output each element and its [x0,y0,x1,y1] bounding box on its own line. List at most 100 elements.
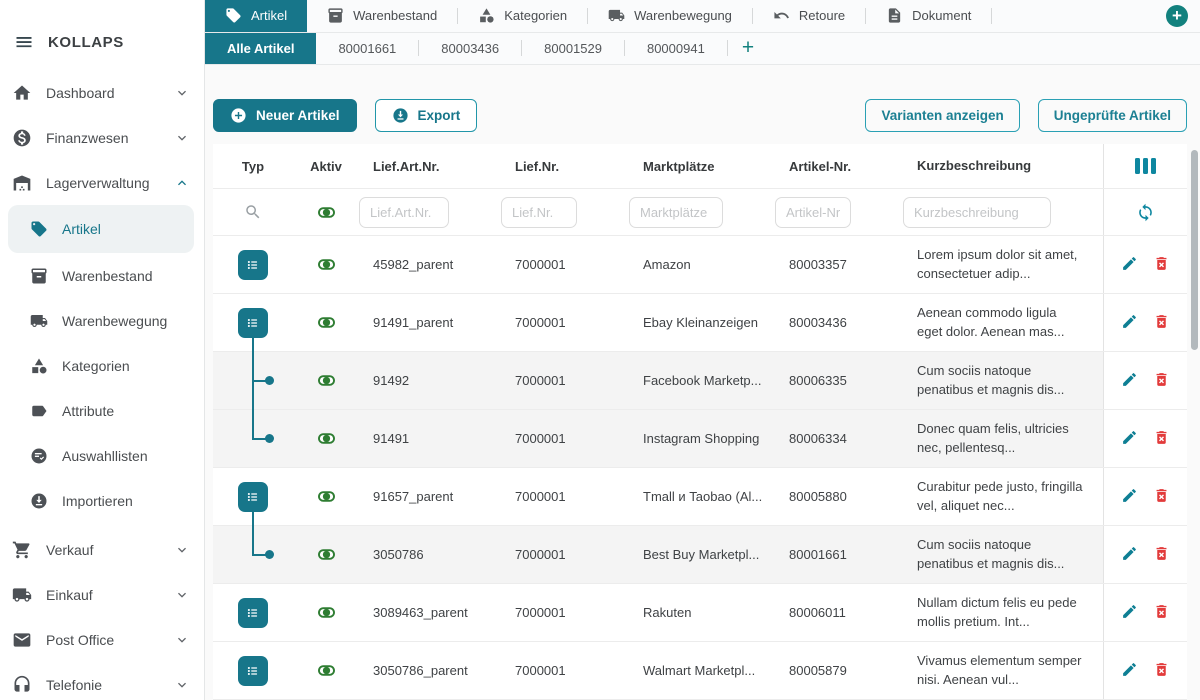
filter-artikel-nr-input[interactable] [775,197,851,228]
filter-kurzbeschreibung-input[interactable] [903,197,1051,228]
tab-warenbewegung[interactable]: Warenbewegung [588,0,752,32]
delete-icon[interactable] [1153,603,1170,623]
active-toggle-icon[interactable] [317,487,336,506]
edit-icon[interactable] [1121,661,1138,681]
edit-icon[interactable] [1121,255,1138,275]
active-toggle-icon[interactable] [317,603,336,622]
delete-icon[interactable] [1153,487,1170,507]
parent-article-icon[interactable] [238,482,268,512]
delete-icon[interactable] [1153,545,1170,565]
vertical-scrollbar[interactable] [1191,150,1198,350]
sidebar-item-attribute[interactable]: Attribute [0,388,204,433]
parent-article-icon[interactable] [238,250,268,280]
kurzbeschreibung-value: Cum sociis natoque penatibus et magnis d… [903,352,1103,409]
sidebar-item-warenbewegung[interactable]: Warenbewegung [0,298,204,343]
module-tabbar: Artikel Warenbestand Kategorien Warenbew… [205,0,1200,33]
column-header-lief-nr[interactable]: Lief.Nr. [501,144,629,188]
marktplaetze-value: Tmall и Taobao (Al... [629,468,775,525]
filter-lief-nr-input[interactable] [501,197,577,228]
sidebar-item-dashboard[interactable]: Dashboard [0,70,204,115]
column-header-marktplaetze[interactable]: Marktplätze [629,144,775,188]
hamburger-menu-icon[interactable] [14,32,34,52]
table-row[interactable]: 91491 7000001 Instagram Shopping 8000633… [213,410,1187,468]
tab-retoure[interactable]: Retoure [753,0,865,32]
active-toggle-icon[interactable] [317,371,336,390]
filter-active-toggle[interactable] [293,189,359,235]
sidebar-item-auswahllisten[interactable]: Auswahllisten [0,433,204,478]
column-header-artikel-nr[interactable]: Artikel-Nr. [775,144,903,188]
add-tab-button[interactable]: + [1166,5,1188,27]
add-article-tab-button[interactable]: + [728,36,768,60]
toggle-on-icon [317,203,336,222]
subtab-article[interactable]: 80000941 [625,33,727,65]
sidebar-item-einkauf[interactable]: Einkauf [0,572,204,617]
table-row[interactable]: 91491_parent 7000001 Ebay Kleinanzeigen … [213,294,1187,352]
table-row[interactable]: 91657_parent 7000001 Tmall и Taobao (Al.… [213,468,1187,526]
export-button[interactable]: Export [375,99,478,132]
active-toggle-icon[interactable] [317,255,336,274]
edit-icon[interactable] [1121,429,1138,449]
sidebar-item-lagerverwaltung[interactable]: Lagerverwaltung [0,160,204,205]
active-toggle-icon[interactable] [317,661,336,680]
parent-article-icon[interactable] [238,598,268,628]
sidebar-item-finanzwesen[interactable]: Finanzwesen [0,115,204,160]
subtab-article[interactable]: 80003436 [419,33,521,65]
columns-settings-icon[interactable] [1135,158,1156,174]
edit-icon[interactable] [1121,545,1138,565]
edit-icon[interactable] [1121,313,1138,333]
sidebar-item-importieren[interactable]: Importieren [0,478,204,523]
delete-icon[interactable] [1153,313,1170,333]
table-row[interactable]: 45982_parent 7000001 Amazon 80003357 Lor… [213,236,1187,294]
table-row[interactable]: 3089463_parent 7000001 Rakuten 80006011 … [213,584,1187,642]
sidebar-item-kategorien[interactable]: Kategorien [0,343,204,388]
filter-search-icon[interactable] [213,189,293,235]
sidebar-item-artikel[interactable]: Artikel [8,205,194,253]
subtab-alle-artikel[interactable]: Alle Artikel [205,33,316,65]
edit-icon[interactable] [1121,371,1138,391]
content-area: Neuer Artikel Export Varianten anzeigen … [205,65,1200,700]
marktplaetze-value: Rakuten [629,584,775,641]
parent-article-icon[interactable] [238,656,268,686]
edit-icon[interactable] [1121,603,1138,623]
refresh-icon[interactable] [1103,189,1187,235]
lief-nr-value: 7000001 [501,468,629,525]
marktplaetze-value: Amazon [629,236,775,293]
active-toggle-icon[interactable] [317,313,336,332]
edit-icon[interactable] [1121,487,1138,507]
column-header-aktiv[interactable]: Aktiv [293,144,359,188]
sidebar-item-label: Kategorien [62,358,130,374]
sidebar-item-warenbestand[interactable]: Warenbestand [0,253,204,298]
subtab-article[interactable]: 80001529 [522,33,624,65]
sidebar-item-post-office[interactable]: Post Office [0,617,204,662]
tab-artikel[interactable]: Artikel [205,0,307,32]
lief-art-nr-value: 91492 [359,352,501,409]
active-toggle-icon[interactable] [317,429,336,448]
tab-warenbestand[interactable]: Warenbestand [307,0,457,32]
tag-icon [225,7,242,24]
column-header-kurzbeschreibung[interactable]: Kurzbeschreibung [903,144,1103,188]
table-row[interactable]: 3050786 7000001 Best Buy Marketpl... 800… [213,526,1187,584]
sidebar-item-label: Warenbestand [62,268,153,284]
parent-article-icon[interactable] [238,308,268,338]
delete-icon[interactable] [1153,371,1170,391]
active-toggle-icon[interactable] [317,545,336,564]
table-row[interactable]: 3050786_parent 7000001 Walmart Marketpl.… [213,642,1187,700]
filter-lief-art-nr-input[interactable] [359,197,449,228]
unchecked-articles-button[interactable]: Ungeprüfte Artikel [1038,99,1187,132]
delete-icon[interactable] [1153,661,1170,681]
tab-kategorien[interactable]: Kategorien [458,0,587,32]
sidebar-item-verkauf[interactable]: Verkauf [0,527,204,572]
column-header-lief-art-nr[interactable]: Lief.Art.Nr. [359,144,501,188]
subtab-article[interactable]: 80001661 [316,33,418,65]
delete-icon[interactable] [1153,255,1170,275]
new-article-button[interactable]: Neuer Artikel [213,99,357,132]
table-row[interactable]: 91492 7000001 Facebook Marketp... 800063… [213,352,1187,410]
filter-marktplaetze-input[interactable] [629,197,723,228]
sidebar-item-telefonie[interactable]: Telefonie [0,662,204,700]
column-header-typ[interactable]: Typ [213,144,293,188]
kurzbeschreibung-value: Aenean commodo ligula eget dolor. Aenean… [903,294,1103,351]
tab-dokument[interactable]: Dokument [866,0,991,32]
delete-icon[interactable] [1153,429,1170,449]
show-variants-button[interactable]: Varianten anzeigen [865,99,1019,132]
lief-nr-value: 7000001 [501,236,629,293]
